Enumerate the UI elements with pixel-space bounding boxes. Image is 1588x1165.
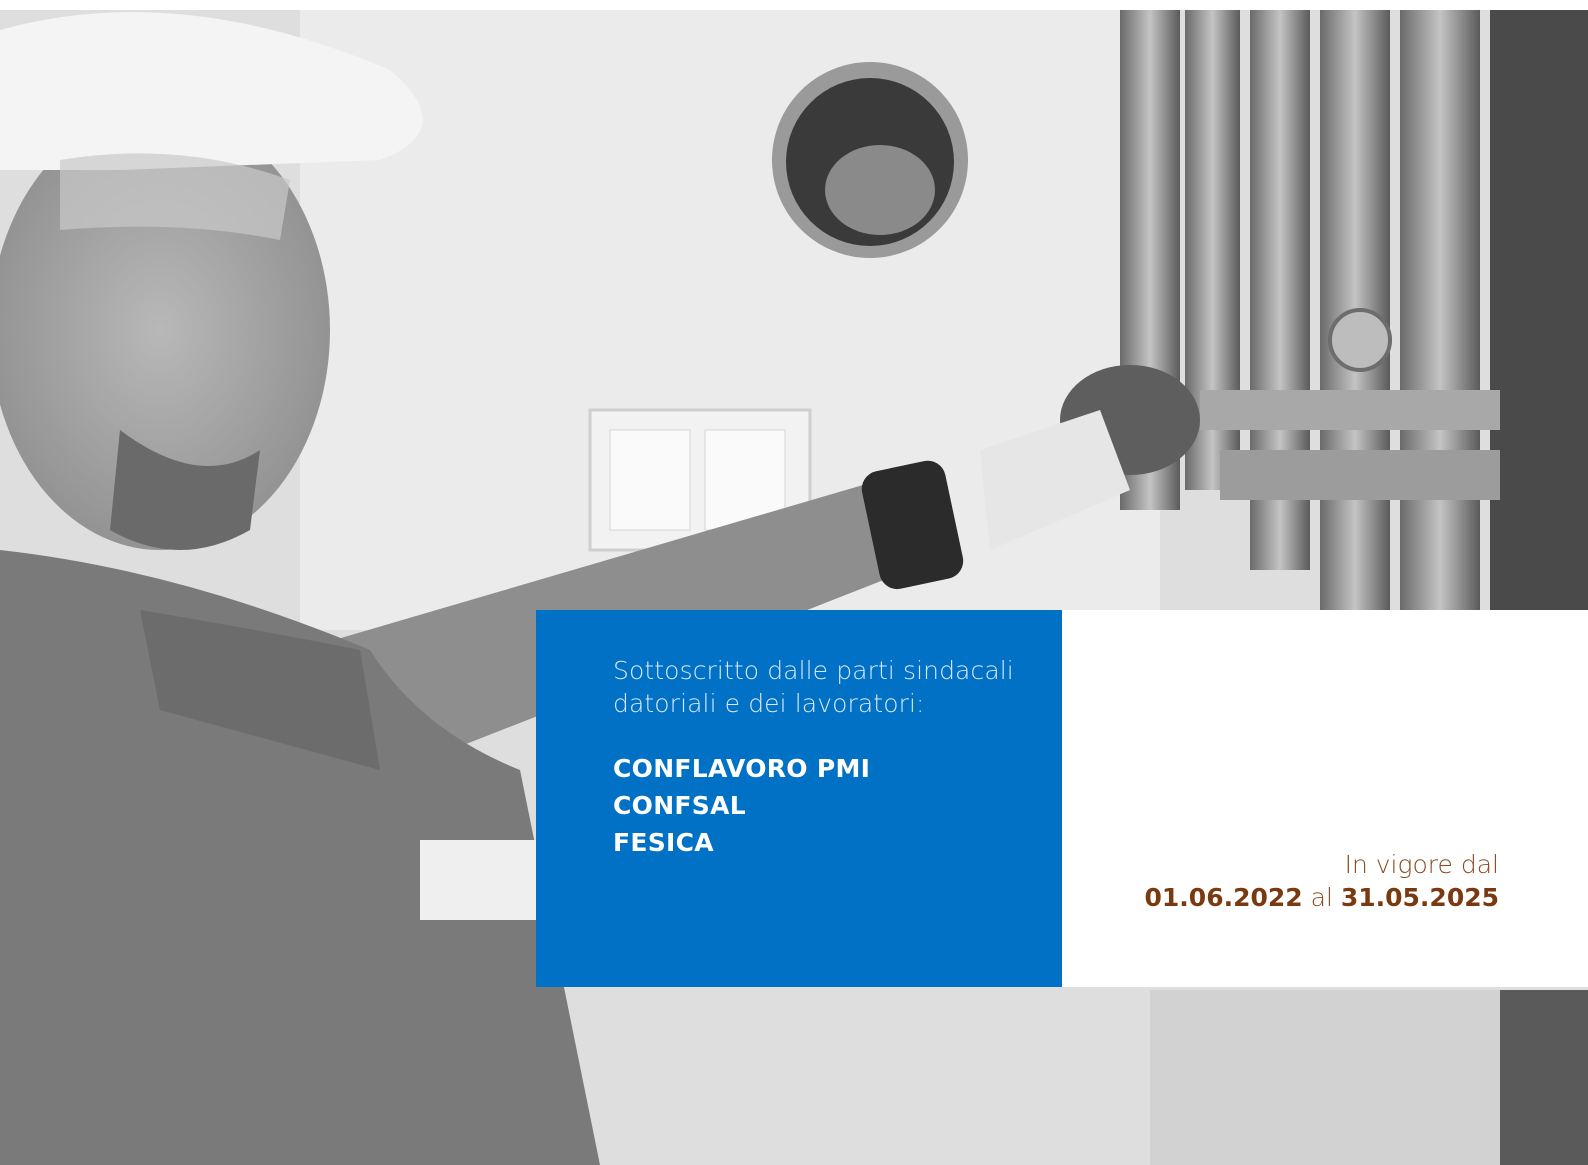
parties-list: CONFLAVORO PMI CONFSAL FESICA	[613, 750, 1032, 861]
validity-label: In vigore dal	[1344, 850, 1499, 879]
party-name: FESICA	[613, 828, 714, 857]
validity-end-date: 31.05.2025	[1340, 883, 1499, 912]
party-name: CONFLAVORO PMI	[613, 754, 871, 783]
party-name: CONFSAL	[613, 791, 746, 820]
worker-photo	[0, 10, 1588, 1165]
validity-start-date: 01.06.2022	[1144, 883, 1303, 912]
validity-period: In vigore dal 01.06.2022 al 31.05.2025	[1145, 848, 1499, 914]
validity-connector: al	[1310, 883, 1333, 912]
validity-panel: In vigore dal 01.06.2022 al 31.05.2025	[1062, 610, 1588, 987]
signatories-panel: Sottoscritto dalle parti sindacali dator…	[536, 610, 1062, 987]
signatories-intro: Sottoscritto dalle parti sindacali dator…	[613, 656, 1014, 718]
cover-page: Sottoscritto dalle parti sindacali dator…	[0, 0, 1588, 1165]
